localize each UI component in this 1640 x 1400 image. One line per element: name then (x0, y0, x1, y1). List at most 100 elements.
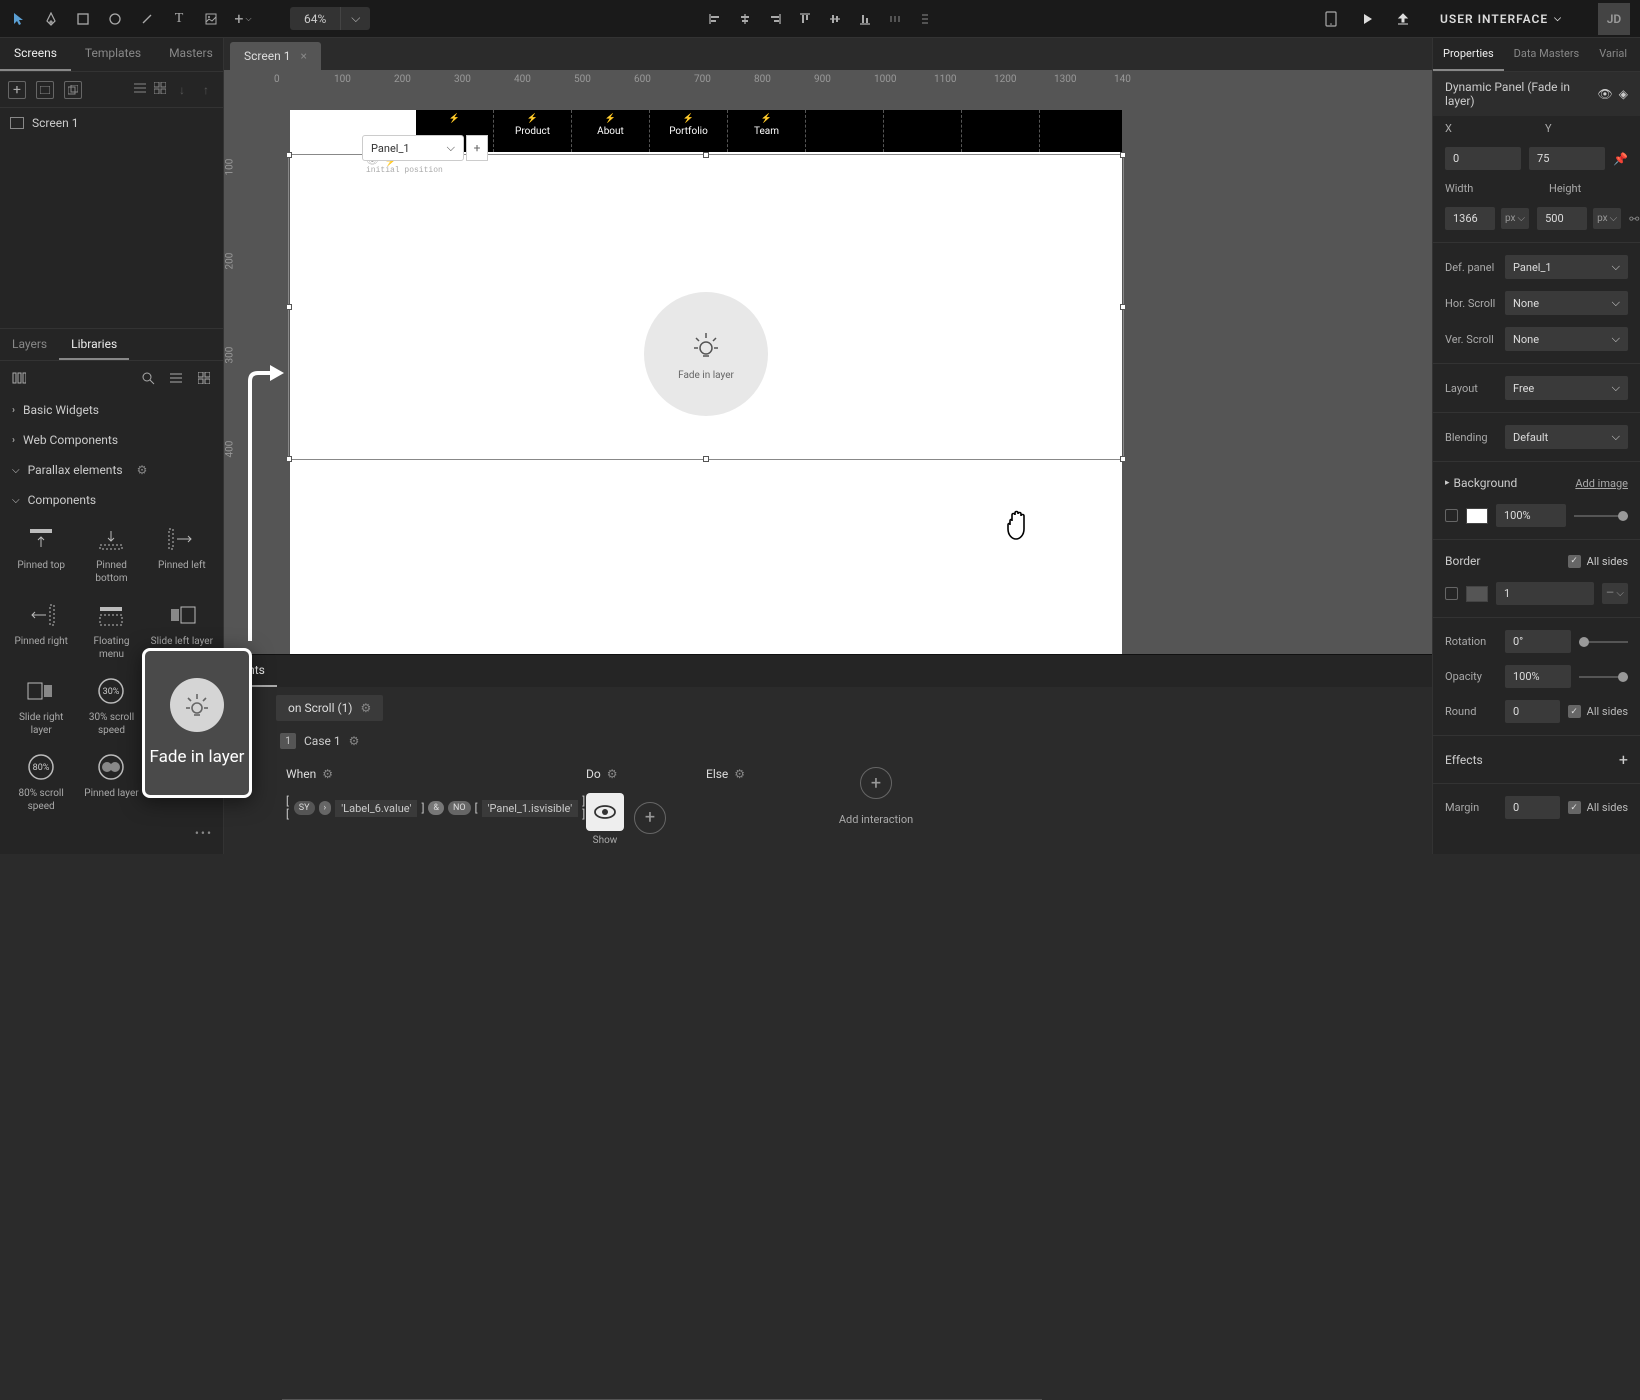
border-checkbox[interactable] (1445, 587, 1458, 600)
layout-select[interactable]: Free⌵ (1505, 376, 1628, 400)
case-row[interactable]: 1Case 1⚙ (280, 733, 1432, 749)
nav-cell-product[interactable]: ⚡Product (494, 110, 572, 152)
y-input[interactable] (1529, 147, 1605, 170)
section-components[interactable]: ⌵Components (0, 485, 223, 515)
component-floating-menu[interactable]: Floating menu (78, 595, 144, 667)
component-80-scroll[interactable]: 80%80% scroll speed (8, 747, 74, 819)
rectangle-tool-icon[interactable] (74, 10, 92, 28)
section-parallax[interactable]: ⌵Parallax elements⚙ (0, 455, 223, 485)
border-style-select[interactable]: — ⌵ (1602, 583, 1628, 604)
distribute-h-icon[interactable] (886, 10, 904, 28)
unit-select[interactable]: px ⌵ (1593, 208, 1621, 229)
tab-masters[interactable]: Masters (155, 38, 227, 71)
rotation-input[interactable] (1505, 630, 1571, 653)
nav-cell[interactable] (806, 110, 884, 152)
bg-color-swatch[interactable] (1466, 508, 1488, 524)
upload-icon[interactable] (1394, 10, 1412, 28)
section-basic-widgets[interactable]: ›Basic Widgets (0, 395, 223, 425)
artboard[interactable]: ⚡ ⚡Product ⚡About ⚡Portfolio ⚡Team Panel… (290, 110, 1122, 670)
show-action[interactable] (586, 793, 624, 831)
bg-opacity-input[interactable] (1496, 504, 1566, 527)
canvas-tab[interactable]: Screen 1 × (230, 42, 321, 70)
chevron-down-icon[interactable]: ⌵ (340, 7, 370, 30)
caret-icon[interactable]: ▸ (1445, 478, 1450, 488)
view-grid-icon[interactable] (153, 81, 167, 95)
round-allsides-checkbox[interactable] (1568, 705, 1581, 718)
ver-scroll-select[interactable]: None⌵ (1505, 327, 1628, 351)
grid-view-icon[interactable] (195, 369, 213, 387)
link-icon[interactable]: ⚯ (1629, 212, 1639, 226)
workspace-dropdown[interactable]: USER INTERFACE ⌵ (1430, 8, 1572, 30)
margin-allsides-checkbox[interactable] (1568, 801, 1581, 814)
tab-data-masters[interactable]: Data Masters (1504, 38, 1590, 71)
ellipse-tool-icon[interactable] (106, 10, 124, 28)
list-view-icon[interactable] (167, 369, 185, 387)
hor-scroll-select[interactable]: None⌵ (1505, 291, 1628, 315)
component-pinned-bottom[interactable]: Pinned bottom (78, 519, 144, 591)
more-icon[interactable]: ••• (195, 826, 213, 840)
image-tool-icon[interactable] (202, 10, 220, 28)
rotation-slider[interactable] (1579, 641, 1629, 643)
tab-properties[interactable]: Properties (1433, 38, 1504, 71)
add-image-link[interactable]: Add image (1575, 477, 1628, 490)
close-icon[interactable]: × (300, 49, 306, 63)
component-pinned-top[interactable]: Pinned top (8, 519, 74, 591)
component-pinned-layer[interactable]: Pinned layer (78, 747, 144, 819)
fade-in-layer-drag-preview[interactable]: Fade in layer (142, 648, 252, 798)
screen-item[interactable]: Screen 1 (0, 108, 223, 138)
nav-cell-portfolio[interactable]: ⚡Portfolio (650, 110, 728, 152)
align-bottom-icon[interactable] (856, 10, 874, 28)
align-center-h-icon[interactable] (736, 10, 754, 28)
section-web-components[interactable]: ›Web Components (0, 425, 223, 455)
align-center-v-icon[interactable] (826, 10, 844, 28)
align-top-icon[interactable] (796, 10, 814, 28)
add-interaction-button[interactable]: + (860, 767, 892, 799)
nav-cell-about[interactable]: ⚡About (572, 110, 650, 152)
add-tool-icon[interactable]: +⌵ (234, 10, 252, 28)
tab-variables[interactable]: Varial (1589, 38, 1637, 71)
border-allsides-checkbox[interactable] (1568, 555, 1581, 568)
gear-icon[interactable]: ⚙ (361, 701, 372, 715)
line-tool-icon[interactable] (138, 10, 156, 28)
x-input[interactable] (1445, 147, 1521, 170)
bg-opacity-slider[interactable] (1574, 515, 1628, 517)
sort-down-icon[interactable]: ↓ (173, 81, 191, 99)
opacity-input[interactable] (1505, 665, 1571, 688)
component-slide-right[interactable]: Slide right layer (8, 671, 74, 743)
zoom-dropdown[interactable]: 64% ⌵ (290, 7, 370, 30)
add-panel-button[interactable]: + (466, 135, 488, 161)
nav-cell[interactable] (962, 110, 1040, 152)
def-panel-select[interactable]: Panel_1⌵ (1505, 255, 1628, 279)
condition-expression[interactable]: [ [SY›'Label_6.value']&NO['Panel_1.isvis… (286, 795, 586, 821)
width-input[interactable] (1445, 207, 1495, 230)
play-icon[interactable] (1358, 10, 1376, 28)
gear-icon[interactable]: ⚙ (322, 767, 333, 781)
layers-icon[interactable]: ◈ (1619, 87, 1628, 101)
gear-icon[interactable]: ⚙ (137, 463, 148, 477)
eye-off-icon[interactable]: 👁 (1598, 87, 1613, 101)
library-icon[interactable] (10, 369, 28, 387)
dynamic-panel-selector[interactable]: Panel_1⌵ (362, 135, 464, 161)
duplicate-button[interactable] (64, 81, 82, 99)
add-effect-button[interactable]: + (1619, 750, 1628, 769)
border-color-swatch[interactable] (1466, 586, 1488, 602)
nav-cell[interactable] (884, 110, 962, 152)
text-tool-icon[interactable]: T (170, 10, 188, 28)
sort-up-icon[interactable]: ↑ (197, 81, 215, 99)
align-left-icon[interactable] (706, 10, 724, 28)
tab-libraries[interactable]: Libraries (59, 329, 129, 360)
add-screen-button[interactable]: + (8, 81, 26, 99)
event-trigger[interactable]: on Scroll (1)⚙ (276, 695, 383, 721)
nav-cell-team[interactable]: ⚡Team (728, 110, 806, 152)
user-avatar[interactable]: JD (1598, 3, 1630, 35)
gear-icon[interactable]: ⚙ (349, 734, 360, 748)
view-list-icon[interactable] (133, 81, 147, 95)
tab-layers[interactable]: Layers (0, 329, 59, 360)
select-tool-icon[interactable] (10, 10, 28, 28)
tab-screens[interactable]: Screens (0, 38, 71, 71)
margin-input[interactable] (1505, 796, 1560, 819)
unit-select[interactable]: px ⌵ (1501, 208, 1529, 229)
blending-select[interactable]: Default⌵ (1505, 425, 1628, 449)
gear-icon[interactable]: ⚙ (734, 767, 745, 781)
height-input[interactable] (1537, 207, 1587, 230)
